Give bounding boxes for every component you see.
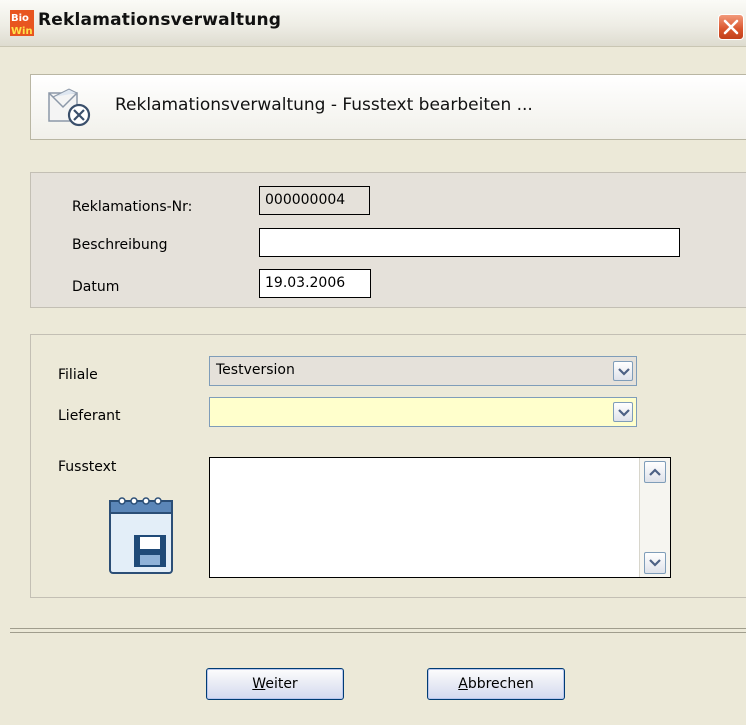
lieferant-select[interactable] [209,397,637,427]
biowin-app-icon: Bio Win [10,10,34,37]
weiter-label: eiter [265,676,298,692]
filiale-dropdown-button[interactable] [613,361,633,381]
lieferant-dropdown-button[interactable] [613,402,633,422]
chevron-down-icon [649,559,661,567]
datum-label: Datum [72,279,120,295]
fusstext-label: Fusstext [58,459,117,475]
close-button[interactable] [718,14,744,40]
datum-input[interactable]: 19.03.2006 [259,269,371,298]
app-icon-text-top: Bio [11,13,29,24]
chevron-up-icon [649,468,661,476]
app-icon-text-bottom: Win [11,26,33,36]
filiale-select[interactable]: Testversion [209,356,637,386]
beschreibung-input[interactable] [259,228,680,257]
abbrechen-mnemonic: A [458,676,468,692]
complaint-mail-icon [47,87,95,131]
chevron-down-icon [618,368,630,376]
notepad-save-icon [104,493,178,581]
scroll-down-button[interactable] [644,552,666,574]
weiter-button[interactable]: Weiter [206,668,344,700]
header-title: Reklamationsverwaltung - Fusstext bearbe… [115,95,533,115]
abbrechen-button[interactable]: Abbrechen [427,668,565,700]
reklamations-nr-label: Reklamations-Nr: [72,199,193,215]
separator-line [10,628,746,629]
abbrechen-label: bbrechen [467,676,534,692]
close-icon [723,19,739,35]
scroll-up-button[interactable] [644,461,666,483]
weiter-mnemonic: W [252,676,266,692]
header-panel: Reklamationsverwaltung - Fusstext bearbe… [30,74,746,140]
filiale-select-value: Testversion [216,362,295,378]
window-title: Reklamationsverwaltung [38,10,282,30]
reklamations-nr-field: 000000004 [259,186,370,215]
title-bar: Bio Win Reklamationsverwaltung [0,0,746,47]
fusstext-textarea[interactable] [209,457,671,578]
fusstext-scrollbar[interactable] [639,458,670,577]
lieferant-label: Lieferant [58,408,121,424]
filiale-label: Filiale [58,367,98,383]
beschreibung-label: Beschreibung [72,237,168,253]
separator-line [10,632,746,633]
chevron-down-icon [618,409,630,417]
